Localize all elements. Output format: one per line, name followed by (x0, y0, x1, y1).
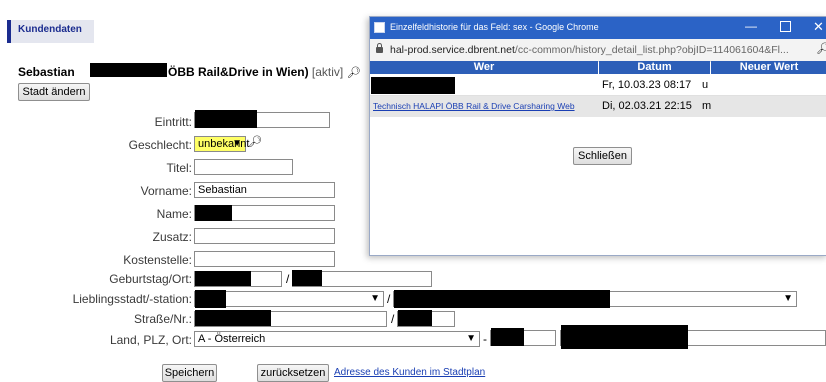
zusatz-field[interactable] (194, 228, 335, 244)
popup-titlebar[interactable]: Einzelfeldhistorie für das Feld: sex - G… (370, 17, 826, 39)
history-popup-window: Einzelfeldhistorie für das Feld: sex - G… (369, 16, 826, 256)
vorname-value: Sebastian (198, 184, 247, 196)
window-maximize-icon[interactable] (780, 21, 791, 32)
land-label: Land, PLZ, Ort: (109, 333, 192, 347)
window-close-icon[interactable]: ✕ (813, 19, 824, 35)
status-link[interactable]: [aktiv] (312, 65, 343, 79)
name-label: Name: (156, 207, 192, 221)
kostenstelle-label: Kostenstelle: (123, 253, 192, 267)
redacted-name (195, 205, 232, 221)
close-button[interactable]: Schließen (573, 147, 632, 165)
separator-slash: / (286, 272, 290, 286)
separator-slash: / (391, 312, 395, 326)
vorname-label: Vorname: (140, 184, 192, 198)
titel-label: Titel: (166, 161, 192, 175)
column-header-wer: Wer (370, 61, 598, 74)
titel-field[interactable] (194, 159, 293, 175)
redacted-geburtstag (195, 271, 251, 286)
save-button[interactable]: Speichern (162, 364, 217, 382)
customer-headline: Sebastian (18, 65, 75, 79)
redacted-customer-name (90, 63, 167, 77)
geschlecht-label: Geschlecht: (128, 138, 192, 152)
chevron-down-icon: ▼ (232, 138, 242, 149)
url-text: hal-prod.service.dbrent.net/cc-common/hi… (390, 44, 789, 56)
url-path: /cc-common/history_detail_list.php?objID… (514, 44, 789, 56)
search-icon[interactable]: 🔎︎ (347, 67, 361, 79)
section-header: Kundendaten (7, 20, 94, 43)
lieblingsstadt-label: Lieblingsstadt/-station: (72, 292, 192, 306)
chevron-down-icon: ▼ (783, 293, 793, 304)
geschlecht-history-search-icon[interactable]: 🔎︎ (248, 135, 262, 148)
chevron-down-icon: ▼ (466, 333, 476, 344)
row-wert: m (702, 100, 712, 112)
geburtstag-label: Geburtstag/Ort: (109, 272, 192, 286)
column-header-datum: Datum (599, 61, 710, 74)
zusatz-label: Zusatz: (152, 230, 192, 244)
row-datum: Fr, 10.03.23 08:17 (602, 79, 692, 91)
table-row: Technisch HALAPI ÖBB Rail & Drive Carsha… (370, 96, 826, 117)
customer-suffix-line: ÖBB Rail&Drive in Wien) [aktiv] 🔎︎ (168, 65, 361, 79)
strasse-label: Straße/Nr.: (133, 312, 192, 326)
chevron-down-icon: ▼ (370, 293, 380, 304)
map-link[interactable]: Adresse des Kunden im Stadtplan (334, 367, 485, 378)
kostenstelle-field[interactable] (194, 251, 335, 267)
row-wert: u (702, 79, 709, 91)
zoom-search-icon[interactable]: 🔎︎ (816, 42, 826, 55)
redacted-eintritt (195, 110, 257, 128)
table-row: Fr, 10.03.23 08:17 u (370, 75, 826, 96)
redacted-ort (561, 325, 688, 349)
redacted-wer (371, 77, 455, 94)
lock-shackle (377, 43, 382, 48)
customer-suffix: ÖBB Rail&Drive in Wien) (168, 65, 309, 79)
redacted-lieblingsstadt (195, 290, 226, 308)
vorname-field[interactable]: Sebastian (194, 182, 335, 198)
url-host: hal-prod.service.dbrent.net (390, 44, 515, 56)
customer-first-name: Sebastian (18, 65, 75, 79)
redacted-plz (491, 328, 524, 346)
land-value: A - Österreich (198, 333, 266, 345)
separator-slash: / (387, 292, 391, 306)
app-icon (374, 22, 385, 33)
redacted-strasse (195, 310, 271, 326)
land-select[interactable]: A - Österreich ▼ (194, 331, 480, 347)
redacted-hausnummer (398, 310, 432, 326)
geschlecht-select[interactable]: unbekannt ▼ (194, 136, 249, 152)
change-city-button[interactable]: Stadt ändern (18, 83, 90, 101)
popup-title: Einzelfeldhistorie für das Feld: sex - G… (390, 22, 599, 32)
redacted-lieblingsstation (394, 290, 610, 308)
row-datum: Di, 02.03.21 22:15 (602, 100, 692, 112)
popup-url-bar[interactable]: hal-prod.service.dbrent.net/cc-common/hi… (370, 39, 826, 62)
redacted-geburtsort (292, 270, 322, 286)
separator-dash: - (483, 332, 487, 346)
section-title: Kundendaten (18, 24, 82, 35)
column-header-neuer-wert: Neuer Wert (711, 61, 826, 74)
eintritt-label: Eintritt: (154, 115, 192, 129)
window-minimize-icon[interactable]: — (745, 19, 757, 33)
reset-button[interactable]: zurücksetzen (257, 364, 329, 382)
row-wer-link[interactable]: Technisch HALAPI ÖBB Rail & Drive Carsha… (373, 101, 575, 111)
